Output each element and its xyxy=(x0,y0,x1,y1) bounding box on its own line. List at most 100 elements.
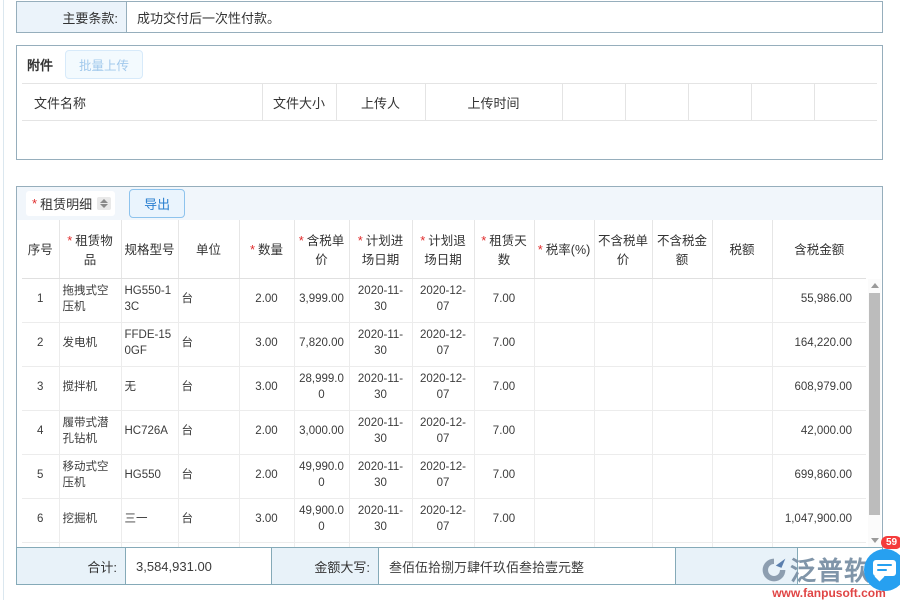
batch-upload-button[interactable]: 批量上传 xyxy=(65,50,143,79)
scrollbar-down-icon[interactable] xyxy=(868,534,881,547)
column-header: 规格型号 xyxy=(121,220,178,278)
cell: 2020-12-07 xyxy=(412,454,474,498)
scrollbar-thumb[interactable] xyxy=(869,293,880,515)
table-row: 3搅拌机无台3.0028,999.002020-11-302020-12-077… xyxy=(22,366,866,410)
cell: 2 xyxy=(22,322,59,366)
cell: 3.00 xyxy=(239,366,294,410)
cell xyxy=(652,322,712,366)
totals-footer: 合计: 3,584,931.00 金额大写: 叁佰伍拾捌万肆仟玖佰叁拾壹元整 xyxy=(16,547,883,585)
chat-widget-button[interactable] xyxy=(864,549,900,591)
cell: 无 xyxy=(121,366,178,410)
cell xyxy=(652,498,712,542)
column-header: 序号 xyxy=(22,220,59,278)
cell: 7.00 xyxy=(474,322,534,366)
attachments-table: 文件名称文件大小上传人上传时间 xyxy=(22,83,877,121)
column-header: 税额 xyxy=(712,220,772,278)
cell: 2020-11-30 xyxy=(349,498,412,542)
cell xyxy=(712,498,772,542)
cell: 三一 xyxy=(121,498,178,542)
column-header xyxy=(814,84,877,121)
cell xyxy=(712,366,772,410)
cell: 2020-11-30 xyxy=(349,278,412,322)
cell: 2.00 xyxy=(239,278,294,322)
cell: 7.00 xyxy=(474,410,534,454)
column-header: 不含税金额 xyxy=(652,220,712,278)
cell: 台 xyxy=(178,454,239,498)
cell: 3,000.00 xyxy=(294,410,349,454)
cell: 7.00 xyxy=(474,498,534,542)
table-row: 2发电机FFDE-150GF台3.007,820.002020-11-30202… xyxy=(22,322,866,366)
cell: 台 xyxy=(178,410,239,454)
cell xyxy=(712,322,772,366)
cell: 2020-12-07 xyxy=(412,498,474,542)
cell: 2020-11-30 xyxy=(349,322,412,366)
cell: 2020-11-30 xyxy=(349,366,412,410)
cell: 台 xyxy=(178,366,239,410)
main-terms-section: 主要条款: 成功交付后一次性付款。 xyxy=(16,1,883,33)
amount-words-label: 金额大写: xyxy=(272,548,379,584)
cell xyxy=(594,410,652,454)
cell: 3,999.00 xyxy=(294,278,349,322)
page: 主要条款: 成功交付后一次性付款。 附件 批量上传 文件名称文件大小上传人上传时… xyxy=(0,0,900,600)
export-button[interactable]: 导出 xyxy=(129,189,185,218)
chat-bubble-icon xyxy=(873,560,896,576)
main-terms-label: 主要条款: xyxy=(17,2,127,32)
attachments-toolbar: 附件 批量上传 xyxy=(17,46,882,83)
brand-url: www.fanpusoft.com xyxy=(772,586,886,600)
cell: 拖拽式空压机 xyxy=(59,278,121,322)
chat-notification-badge[interactable]: 59 xyxy=(881,536,900,549)
cell: 4 xyxy=(22,410,59,454)
cell: 2020-12-07 xyxy=(412,278,474,322)
cell: 挖掘机 xyxy=(59,498,121,542)
column-header: *含税单价 xyxy=(294,220,349,278)
total-value: 3,584,931.00 xyxy=(126,548,272,584)
column-header xyxy=(562,84,625,121)
attachments-empty-body xyxy=(17,121,882,161)
scrollbar-up-icon[interactable] xyxy=(868,279,881,292)
cell xyxy=(534,322,594,366)
cell xyxy=(534,366,594,410)
column-header xyxy=(751,84,814,121)
cell: 2020-11-30 xyxy=(349,410,412,454)
cell: HC726A xyxy=(121,410,178,454)
required-asterisk: * xyxy=(420,233,425,248)
sort-updown-icon[interactable] xyxy=(97,197,111,210)
cell xyxy=(594,454,652,498)
cell: 搅拌机 xyxy=(59,366,121,410)
cell: 履带式潜孔钻机 xyxy=(59,410,121,454)
cell: 55,986.00 xyxy=(772,278,866,322)
cell xyxy=(534,410,594,454)
cell: 2.00 xyxy=(239,454,294,498)
cell: 台 xyxy=(178,498,239,542)
cell: FFDE-150GF xyxy=(121,322,178,366)
table-row: 6挖掘机三一台3.0049,900.002020-11-302020-12-07… xyxy=(22,498,866,542)
column-header: 上传时间 xyxy=(425,84,562,121)
cell xyxy=(594,366,652,410)
cell: 7.00 xyxy=(474,278,534,322)
cell: 台 xyxy=(178,278,239,322)
column-header xyxy=(625,84,688,121)
cell: HG550 xyxy=(121,454,178,498)
cell: 2020-11-30 xyxy=(349,454,412,498)
vertical-scrollbar[interactable] xyxy=(868,279,881,547)
cell: 7.00 xyxy=(474,454,534,498)
cell: 28,999.00 xyxy=(294,366,349,410)
cell xyxy=(652,366,712,410)
cell: 7,820.00 xyxy=(294,322,349,366)
attachments-title: 附件 xyxy=(27,55,53,74)
cell: 608,979.00 xyxy=(772,366,866,410)
column-header: 文件大小 xyxy=(262,84,336,121)
required-asterisk: * xyxy=(32,196,37,211)
table-row: 1拖拽式空压机HG550-13C台2.003,999.002020-11-302… xyxy=(22,278,866,322)
column-header: 文件名称 xyxy=(22,84,262,121)
column-header xyxy=(688,84,751,121)
rental-toolbar: * 租赁明细 导出 xyxy=(17,187,882,220)
rental-title-select[interactable]: * 租赁明细 xyxy=(26,191,115,216)
rental-detail-section: * 租赁明细 导出 序号*租赁物品规格型号单位*数量*含税单价*计划进场日期*计… xyxy=(16,186,883,548)
attachments-header-row: 文件名称文件大小上传人上传时间 xyxy=(22,84,877,121)
required-asterisk: * xyxy=(250,242,255,257)
cell: 发电机 xyxy=(59,322,121,366)
column-header: *计划退场日期 xyxy=(412,220,474,278)
column-header: 不含税单价 xyxy=(594,220,652,278)
cell xyxy=(652,410,712,454)
